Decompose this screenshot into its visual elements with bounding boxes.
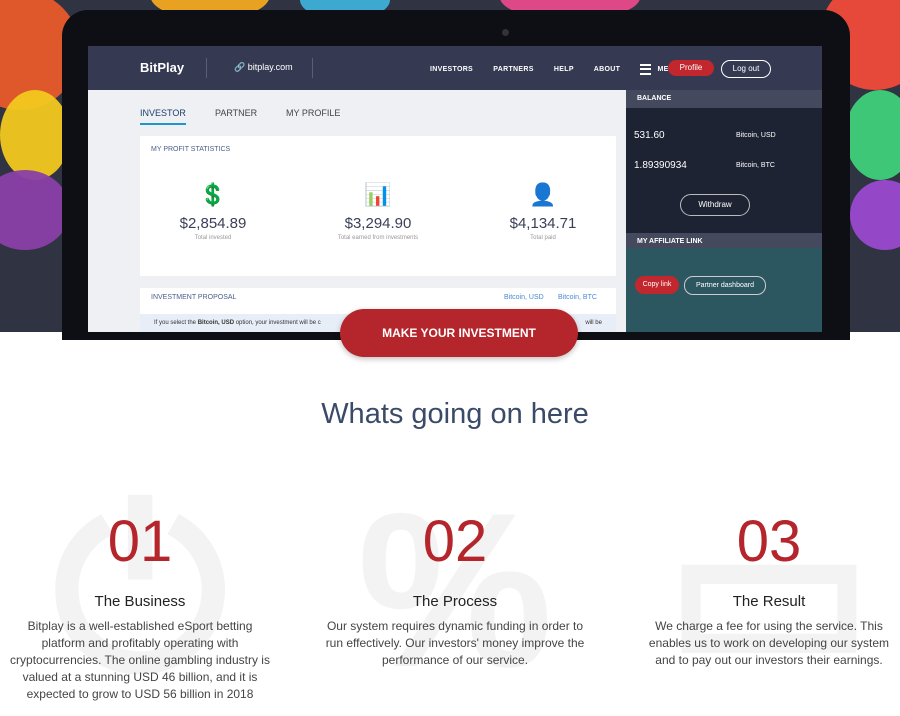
feature-text: Our system requires dynamic funding in o… xyxy=(325,619,585,667)
site-link[interactable]: 🔗 bitplay.com xyxy=(234,62,293,73)
app-screen: BitPlay 🔗 bitplay.com INVESTORS PARTNERS… xyxy=(88,46,822,332)
feature-text: We charge a fee for using the service. T… xyxy=(648,619,890,667)
site-label: bitplay.com xyxy=(247,62,293,72)
balance-usd-amount: 531.60 xyxy=(634,130,665,141)
feature-number: 02 xyxy=(422,509,488,574)
feature-text: Bitplay is a well-established eSport bet… xyxy=(10,619,270,701)
money-hand-icon: 💲 xyxy=(199,182,227,207)
nav-about[interactable]: ABOUT xyxy=(594,66,620,73)
hamburger-icon xyxy=(640,64,652,75)
tab-investor[interactable]: INVESTOR xyxy=(140,108,186,118)
link-icon: 🔗 xyxy=(234,62,246,72)
balance-usd-currency: Bitcoin, USD xyxy=(736,132,776,139)
feature-result: ▭ 03 The Result We charge a fee for usin… xyxy=(619,480,900,700)
affiliate-panel: Copy link Partner dashboard xyxy=(626,248,822,332)
nav-help[interactable]: HELP xyxy=(554,66,574,73)
feature-number: 01 xyxy=(107,509,173,574)
withdraw-button[interactable]: Withdraw xyxy=(680,194,750,216)
stat-total-earned: 📊 $3,294.90 Total earned from investment… xyxy=(308,181,448,241)
divider xyxy=(312,58,313,78)
note-text: option, your investment will be c xyxy=(234,320,321,326)
note-bold: Bitcoin, USD xyxy=(197,320,235,326)
make-investment-button[interactable]: MAKE YOUR INVESTMENT xyxy=(340,309,578,357)
card-title: INVESTMENT PROPOSAL xyxy=(151,294,237,301)
logout-button[interactable]: Log out xyxy=(721,60,771,78)
feature-business: ⏻ 01 The Business Bitplay is a well-esta… xyxy=(0,480,290,703)
feature-number: 03 xyxy=(736,509,802,574)
option-bitcoin-btc[interactable]: Bitcoin, BTC xyxy=(558,294,597,301)
nav-investors[interactable]: INVESTORS xyxy=(430,66,473,73)
feature-title: The Process xyxy=(412,593,498,610)
person-growth-icon: 👤 xyxy=(529,182,557,207)
stat-total-invested: 💲 $2,854.89 Total invested xyxy=(143,181,283,241)
active-tab-indicator xyxy=(140,123,186,125)
stat-label: Total invested xyxy=(194,235,232,241)
partner-dashboard-button[interactable]: Partner dashboard xyxy=(684,276,766,295)
note-text: If you select the xyxy=(154,320,198,326)
nav-partners[interactable]: PARTNERS xyxy=(493,66,533,73)
card-title: MY PROFIT STATISTICS xyxy=(151,146,231,153)
brand-logo[interactable]: BitPlay xyxy=(140,60,184,75)
feature-process: % 02 The Process Our system requires dyn… xyxy=(305,480,605,700)
balance-title: BALANCE xyxy=(626,90,822,108)
camera-icon xyxy=(502,29,509,36)
section-title: Whats going on here xyxy=(321,398,589,430)
stat-value: $4,134.71 xyxy=(509,215,577,232)
option-bitcoin-usd[interactable]: Bitcoin, USD xyxy=(504,294,544,301)
divider xyxy=(206,58,207,78)
decor-shape xyxy=(0,90,70,180)
stat-label: Total earned from investments xyxy=(337,235,419,241)
main-column: INVESTOR PARTNER MY PROFILE MY PROFIT ST… xyxy=(88,90,626,332)
stat-value: $3,294.90 xyxy=(344,215,412,232)
decor-shape xyxy=(0,170,70,250)
tab-my-profile[interactable]: MY PROFILE xyxy=(286,108,340,118)
tab-partner[interactable]: PARTNER xyxy=(215,108,257,118)
note-text: will be xyxy=(585,320,602,326)
balance-btc-currency: Bitcoin, BTC xyxy=(736,162,775,169)
stat-value: $2,854.89 xyxy=(179,215,247,232)
bar-chart-up-icon: 📊 xyxy=(364,182,392,207)
copy-link-button[interactable]: Copy link xyxy=(635,276,679,294)
balance-btc-amount: 1.89390934 xyxy=(634,160,687,171)
profile-button[interactable]: Profile xyxy=(668,60,714,76)
sidebar: BALANCE 531.60 Bitcoin, USD 1.89390934 B… xyxy=(626,90,822,332)
stat-total-paid: 👤 $4,134.71 Total paid xyxy=(473,181,613,241)
feature-title: The Business xyxy=(94,593,186,610)
top-navbar: BitPlay 🔗 bitplay.com INVESTORS PARTNERS… xyxy=(88,46,822,90)
feature-title: The Result xyxy=(732,593,806,610)
stat-label: Total paid xyxy=(530,235,556,241)
nav-links: INVESTORS PARTNERS HELP ABOUT MENU xyxy=(430,64,697,75)
profit-statistics-card: MY PROFIT STATISTICS 💲 $2,854.89 Total i… xyxy=(140,136,616,276)
decor-shape xyxy=(845,90,900,180)
decor-shape xyxy=(850,180,900,250)
